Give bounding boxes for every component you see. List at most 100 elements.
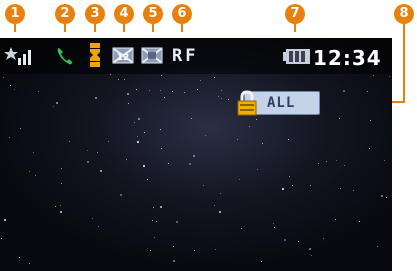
star [326,161,327,162]
star [87,150,88,151]
star [108,141,109,142]
star [310,185,311,186]
star [14,89,15,90]
star [137,136,138,137]
star [289,176,290,177]
star [311,255,312,256]
star [124,79,125,80]
star [384,160,385,161]
star [237,139,238,140]
signal-strength-icon [4,47,31,65]
star [161,148,162,149]
star [215,249,216,250]
star [239,179,240,180]
star [136,89,137,90]
star [189,163,191,165]
star [274,227,275,228]
star [344,165,345,166]
svg-text:12: 12 [117,53,130,63]
star [191,118,192,119]
star [144,132,145,133]
star [160,90,161,91]
star [197,89,198,90]
star [288,139,289,140]
star [110,74,111,75]
star [214,205,215,206]
star [256,119,257,120]
star [377,246,378,247]
star [143,165,145,167]
star [172,91,173,92]
rf-indicator-icon: RF [172,46,199,66]
star [69,141,70,142]
star [261,261,262,262]
star [126,159,127,160]
star [173,260,175,262]
star [53,106,54,107]
star [127,93,129,95]
star [369,148,370,149]
star [386,197,387,198]
star [160,129,161,130]
vibrate-icon [90,43,100,67]
star [184,92,185,93]
star [20,128,21,129]
star [29,171,30,172]
star [220,193,221,194]
star [128,103,129,104]
star [343,90,345,92]
star [309,248,311,250]
phone-screen: 12 RF 12:34 ALL [0,38,392,271]
star [87,161,89,163]
star [149,90,150,91]
status-bar: 12 RF 12:34 [0,38,392,74]
star [161,75,162,76]
star [147,179,148,180]
star [60,211,62,213]
star [152,220,153,221]
star [218,96,219,97]
star [134,122,135,123]
star [221,90,222,91]
star [19,257,20,258]
star [97,152,98,153]
star [61,168,62,169]
star [335,219,336,220]
star [156,221,157,222]
star [249,126,250,127]
star [194,250,195,251]
star [1,238,2,239]
star [323,238,324,239]
battery-icon [283,49,310,64]
star [340,188,341,189]
star [373,75,374,76]
star [228,99,229,100]
star [120,194,122,196]
star [381,195,383,197]
star [176,221,178,223]
star [9,137,10,138]
star [38,91,39,92]
star [298,241,299,242]
star [336,160,337,161]
star [29,263,30,264]
star [3,77,4,78]
star [367,91,368,92]
star [55,206,56,207]
star [292,185,293,186]
star [35,175,36,176]
star [370,120,371,121]
star [353,190,354,191]
star [164,97,165,98]
silent-mode-icon [141,47,163,64]
star [153,207,154,208]
padlock-icon [237,90,257,116]
star [262,143,263,144]
star [95,97,97,99]
star [203,185,204,186]
star [193,155,195,157]
keypad-lock-icon: 12 [112,47,134,64]
star [137,141,139,143]
star [284,239,286,241]
star [219,211,221,213]
